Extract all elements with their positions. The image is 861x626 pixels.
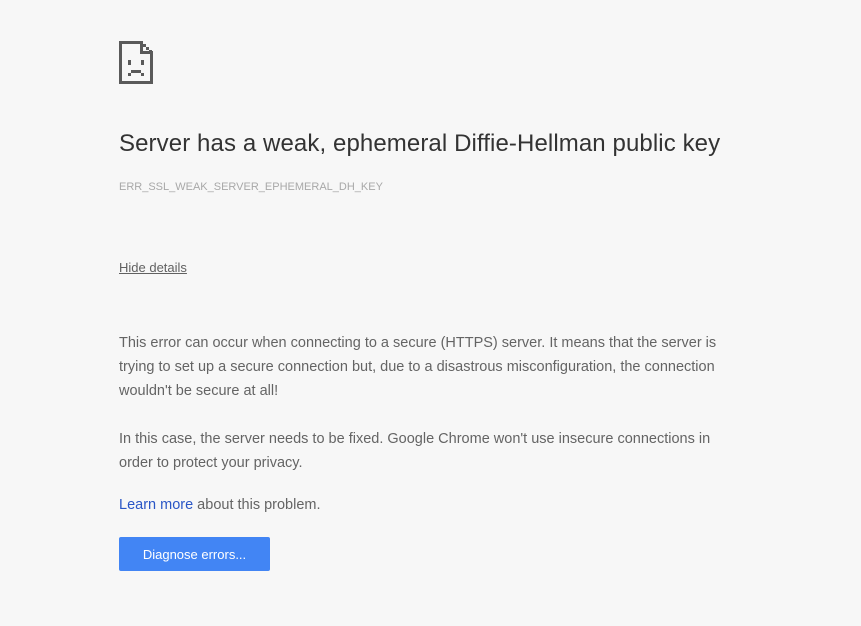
details-paragraph-2: In this case, the server needs to be fix… — [119, 431, 711, 471]
details-paragraph-1: This error can occur when connecting to … — [119, 335, 717, 399]
error-page: Server has a weak, ephemeral Diffie-Hell… — [0, 0, 861, 626]
learn-more-line: Learn more about this problem. — [119, 493, 321, 517]
error-code: ERR_SSL_WEAK_SERVER_EPHEMERAL_DH_KEY — [119, 181, 383, 193]
error-title: Server has a weak, ephemeral Diffie-Hell… — [119, 130, 721, 157]
learn-more-link[interactable]: Learn more — [119, 497, 193, 513]
hide-details-link[interactable]: Hide details — [119, 260, 187, 275]
sad-page-icon — [119, 41, 153, 84]
diagnose-errors-button[interactable]: Diagnose errors... — [119, 537, 270, 571]
learn-more-suffix: about this problem. — [193, 497, 321, 513]
